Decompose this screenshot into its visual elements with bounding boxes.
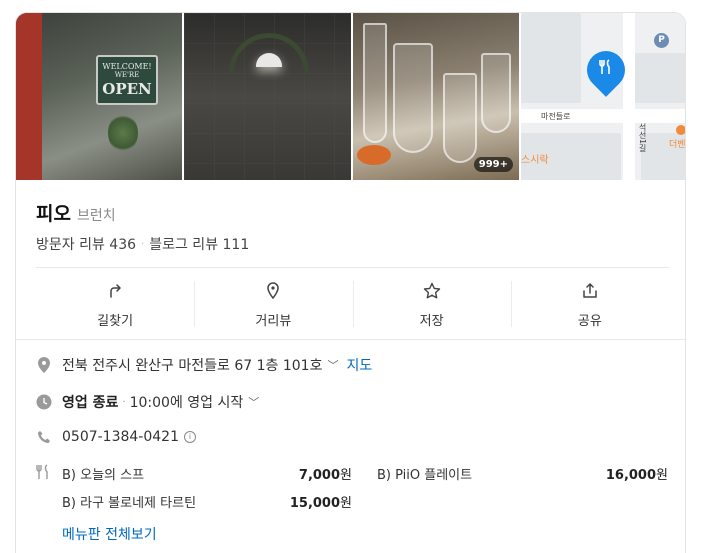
clock-icon: [36, 394, 52, 410]
location-icon: [36, 357, 52, 373]
title-row: 피오 브런치: [36, 199, 116, 226]
hours-row: 영업 종료 · 10:00에 영업 시작 ﹀: [36, 392, 259, 412]
separator-dot: ·: [122, 396, 126, 408]
share-label: 공유: [577, 314, 602, 329]
menu-item-name: B) 오늘의 스프: [62, 468, 145, 483]
red-door: [16, 13, 42, 180]
photo-glasses[interactable]: 999+: [353, 13, 519, 180]
phone-icon: [36, 429, 52, 445]
review-counts: 방문자 리뷰 436 · 블로그 리뷰 111: [36, 234, 249, 254]
menu-item-price-value: 16,000: [605, 468, 657, 483]
map-street-label: 마전들로: [541, 112, 571, 121]
business-status: 영업 종료: [62, 395, 119, 411]
share-button[interactable]: 공유: [510, 281, 669, 339]
greenery: [108, 113, 138, 153]
menu-item-price-unit: 원: [656, 468, 668, 483]
menu-item-price: 7,000원: [256, 464, 352, 483]
open-sign: WELCOME! WE'RE OPEN: [96, 55, 158, 105]
share-icon: [583, 283, 597, 298]
menu-item-price-value: 7,000: [298, 468, 341, 483]
map-block: [631, 53, 685, 103]
opening-time: 10:00에 영업 시작: [129, 395, 244, 411]
menu-item-price-unit: 원: [340, 496, 352, 511]
menu-item-price-unit: 원: [340, 468, 352, 483]
directions-label: 길찾기: [97, 314, 134, 329]
address-row: 전북 전주시 완산구 마전들로 67 1층 101호 ﹀ 지도: [36, 355, 372, 375]
mini-map[interactable]: 마전들로 석선1길 스시락 더벤 P: [521, 13, 686, 180]
chevron-down-icon[interactable]: ﹀: [327, 357, 338, 373]
glass: [393, 43, 433, 153]
street-view-icon: [267, 282, 280, 300]
photo-count-badge: 999+: [473, 157, 513, 172]
photo-lamp[interactable]: [184, 13, 351, 180]
map-block: [521, 13, 581, 103]
place-category: 브런치: [76, 208, 116, 224]
sign-line3: OPEN: [102, 80, 152, 98]
visitor-reviews-link[interactable]: 방문자 리뷰 436: [36, 234, 136, 254]
divider: [36, 267, 669, 268]
map-poi2-label: 더벤: [669, 140, 686, 150]
blog-reviews-link[interactable]: 블로그 리뷰 111: [149, 234, 249, 254]
separator-dot: ·: [141, 238, 145, 250]
glass: [481, 53, 511, 133]
map-poi-label: 스시락: [521, 155, 549, 166]
menu-item-name: B) 라구 볼로네제 타르틴: [62, 496, 197, 511]
photo-storefront[interactable]: WELCOME! WE'RE OPEN: [16, 13, 182, 180]
save-button[interactable]: 저장: [352, 281, 511, 339]
street-view-button[interactable]: 거리뷰: [194, 281, 352, 339]
menu-item-name: B) PiiO 플레이트: [377, 468, 473, 483]
sign-line1: WELCOME!: [102, 62, 152, 71]
glass: [443, 73, 477, 163]
menu-item-price: 15,000원: [256, 492, 352, 511]
chevron-down-icon[interactable]: ﹀: [248, 394, 259, 410]
sign-line2: WE'RE: [114, 71, 140, 79]
map-link[interactable]: 지도: [346, 355, 372, 375]
place-name[interactable]: 피오: [36, 199, 71, 226]
bottle: [363, 23, 387, 143]
action-bar: 길찾기 거리뷰 저장 공유: [36, 281, 669, 339]
place-card: WELCOME! WE'RE OPEN 999+ 마전들로 석선1길 스시락 더…: [15, 12, 686, 553]
info-icon[interactable]: i: [184, 431, 196, 443]
save-label: 저장: [419, 314, 444, 329]
map-poi-marker: [676, 125, 685, 135]
directions-button[interactable]: 길찾기: [36, 281, 194, 339]
address-text: 전북 전주시 완산구 마전들로 67 1층 101호: [62, 358, 323, 374]
view-full-menu-link[interactable]: 메뉴판 전체보기: [62, 524, 157, 544]
map-street2-label: 석선1길: [638, 123, 647, 153]
cutlery-icon: [36, 464, 52, 480]
phone-number[interactable]: 0507-1384-0421: [62, 429, 179, 445]
map-road: [623, 13, 635, 180]
phone-row: 0507-1384-0421 i: [36, 429, 196, 445]
menu-item-price-value: 15,000: [289, 496, 341, 511]
parking-icon: P: [654, 33, 669, 48]
star-icon: [423, 282, 440, 299]
directions-icon: [110, 284, 121, 298]
menu-item-price: 16,000원: [568, 464, 668, 483]
street-view-label: 거리뷰: [255, 314, 292, 329]
restaurant-icon: [596, 59, 616, 79]
photo-strip: WELCOME! WE'RE OPEN 999+ 마전들로 석선1길 스시락 더…: [16, 13, 686, 180]
divider: [16, 339, 685, 340]
food-plate: [357, 145, 391, 165]
